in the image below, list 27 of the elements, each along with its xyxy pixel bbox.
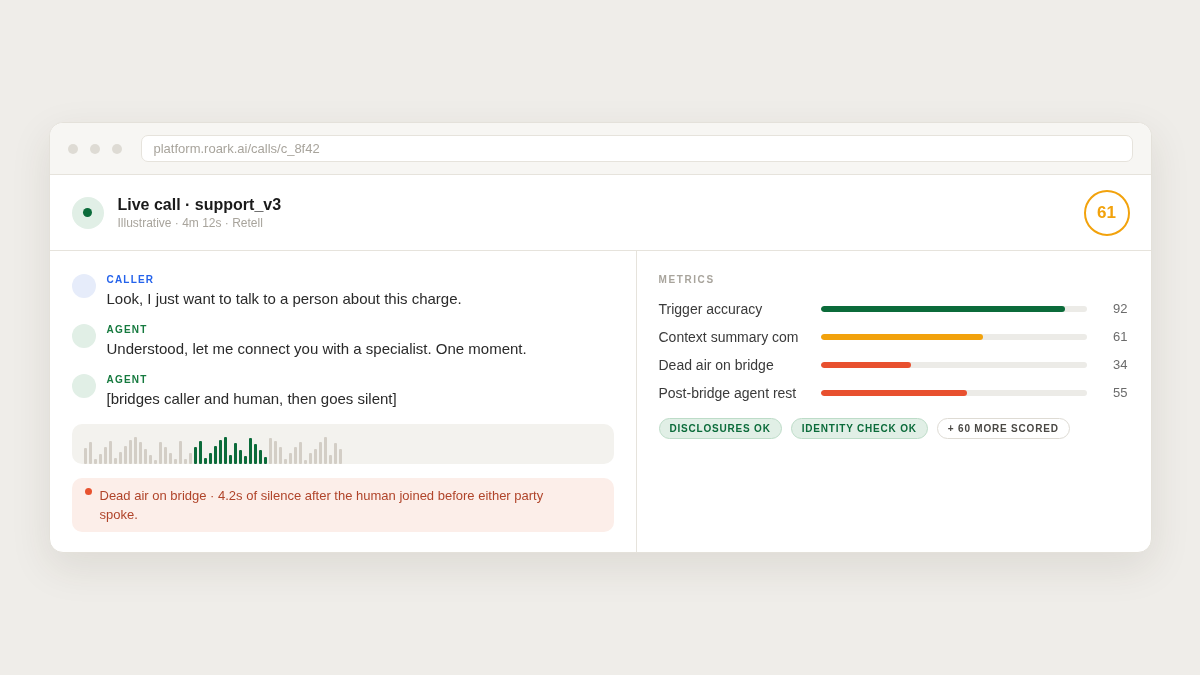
metric-value: 34 — [1112, 356, 1128, 374]
score-ring: 61 — [1083, 189, 1130, 236]
message-text: [bridges caller and human, then goes silent] — [106, 389, 397, 409]
metric-label: Context summary com — [658, 328, 800, 347]
metric-value: 61 — [1112, 328, 1128, 346]
metric-label: Post-bridge agent rest — [658, 384, 798, 403]
address-bar[interactable]: platform.roark.ai/calls/c_8f42 — [140, 135, 1133, 162]
speaker-label: CALLER — [106, 273, 156, 287]
metric-value: 92 — [1112, 300, 1128, 318]
live-status-icon — [71, 196, 104, 229]
metric-label: Trigger accuracy — [658, 300, 764, 319]
avatar-icon — [71, 324, 96, 348]
speaker-label: AGENT — [106, 323, 149, 337]
section-heading: METRICS — [658, 273, 716, 287]
message-text: Look, I just want to talk to a person about this charge. — [106, 289, 462, 309]
metric-value: 55 — [1112, 384, 1128, 402]
message-text: Understood, let me connect you with a specialist. One moment. — [106, 339, 527, 359]
avatar-icon — [71, 374, 96, 398]
call-title: Live call · support_v3 — [117, 194, 282, 215]
more-scored-tag: + 60 MORE SCORED — [936, 418, 1070, 439]
metric-label: Dead air on bridge — [658, 356, 775, 375]
alert-text: Dead air on bridge · 4.2s of silence after the human joined before either party spoke. — [99, 487, 545, 524]
avatar-icon — [71, 274, 96, 298]
status-tag: IDENTITY CHECK OK — [790, 418, 928, 439]
speaker-label: AGENT — [106, 373, 149, 387]
status-tag: DISCLOSURES OK — [658, 418, 782, 439]
call-subtitle: Illustrative · 4m 12s · Retell — [117, 214, 264, 231]
